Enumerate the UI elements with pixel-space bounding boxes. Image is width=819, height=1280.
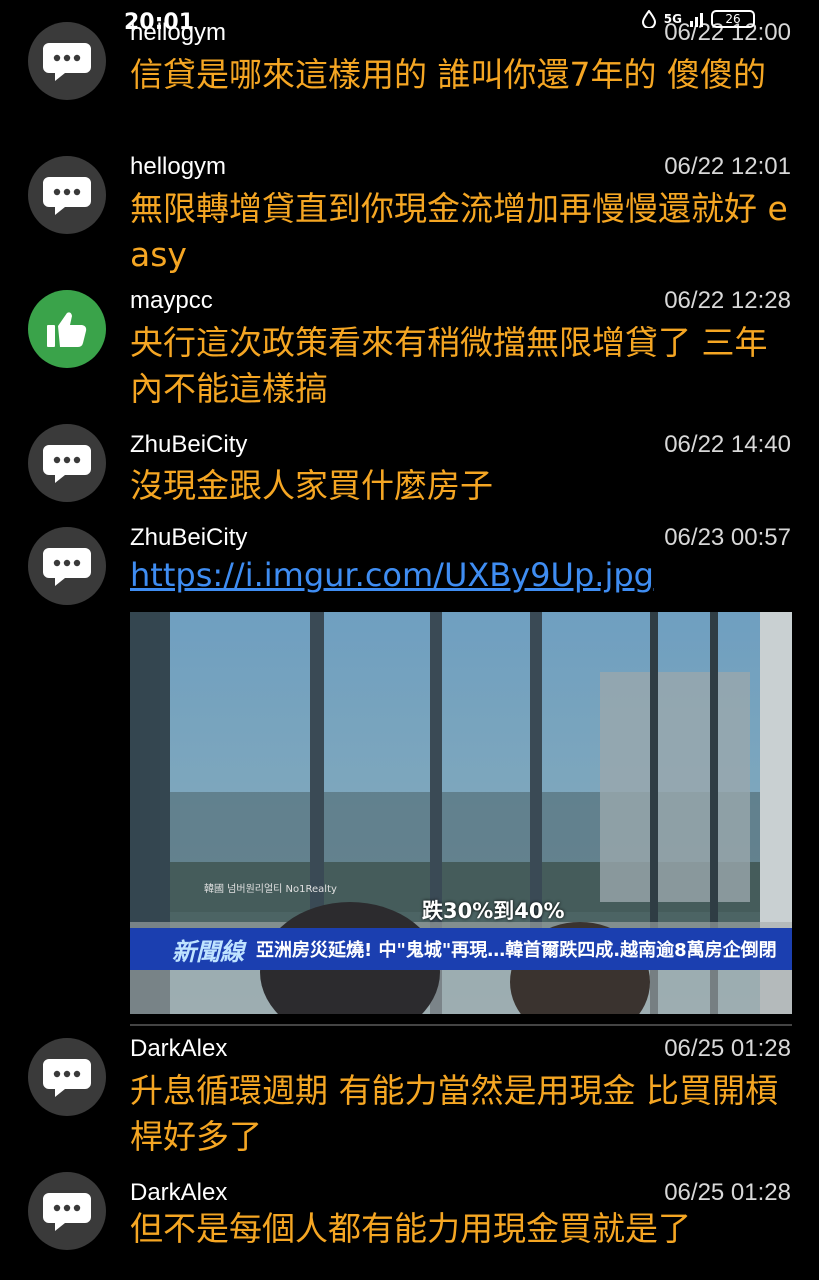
comment-avatar[interactable] xyxy=(28,527,106,605)
news-ticker-text: 亞洲房災延燒! 中"鬼城"再現…韓首爾跌四成.越南逾8萬房企倒閉 xyxy=(256,940,777,961)
water-drop-icon xyxy=(641,10,656,28)
comment-time: 06/25 01:28 xyxy=(664,1035,791,1062)
comment-avatar[interactable] xyxy=(28,1038,106,1116)
comment-icon xyxy=(43,548,91,586)
comment-icon xyxy=(43,1193,91,1231)
thumbs-up-icon xyxy=(47,312,87,347)
comment-time: 06/22 12:28 xyxy=(664,287,791,314)
news-logo: 新聞線 xyxy=(172,937,244,966)
status-time: 20:01 xyxy=(124,10,195,35)
comment-username[interactable]: ZhuBeiCity xyxy=(130,524,247,552)
comment-icon xyxy=(43,445,91,483)
status-icons: 5G 26 xyxy=(641,10,755,28)
comment-text: 央行這次政策看來有稍微擋無限增貸了 三年內不能這樣搞 xyxy=(130,323,768,408)
comment-avatar[interactable] xyxy=(28,290,106,368)
battery-level: 26 xyxy=(725,12,741,26)
network-type: 5G xyxy=(663,12,682,26)
comment-text: 沒現金跟人家買什麼房子 xyxy=(130,466,493,505)
status-bar: 20:01 5G 26 xyxy=(0,0,819,35)
image-link[interactable]: https://i.imgur.com/UXBy9Up.jpg xyxy=(130,556,654,594)
comment-username[interactable]: hellogym xyxy=(130,153,226,181)
comment-icon xyxy=(43,177,91,215)
comment-time: 06/22 12:01 xyxy=(664,153,791,180)
comment-time: 06/23 00:57 xyxy=(664,524,791,551)
comment-time: 06/22 14:40 xyxy=(664,431,791,458)
divider xyxy=(130,1024,792,1026)
comment-text: 無限轉增貸直到你現金流增加再慢慢還就好 easy xyxy=(130,189,788,274)
signal-icon xyxy=(690,11,703,27)
comment-avatar[interactable] xyxy=(28,1172,106,1250)
battery-icon: 26 xyxy=(711,10,755,28)
comment-avatar[interactable] xyxy=(28,424,106,502)
comment-avatar[interactable] xyxy=(28,156,106,234)
comment-text: 升息循環週期 有能力當然是用現金 比買開槓桿好多了 xyxy=(130,1071,778,1156)
comment-username[interactable]: maypcc xyxy=(130,287,213,315)
news-ticker-bar: 新聞線 亞洲房災延燒! 中"鬼城"再現…韓首爾跌四成.越南逾8萬房企倒閉 xyxy=(130,928,792,970)
comment-username[interactable]: DarkAlex xyxy=(130,1179,227,1207)
news-screenshot-image[interactable]: 韓國 넘버원리얼티 No1Realty 跌30%到40% 新聞線 亞洲房災延燒!… xyxy=(130,612,792,1014)
news-watermark: 韓國 넘버원리얼티 No1Realty xyxy=(204,884,337,895)
comment-text: 信貸是哪來這樣用的 誰叫你還7年的 傻傻的 xyxy=(130,55,766,94)
comment-time: 06/25 01:28 xyxy=(664,1179,791,1206)
comment-text: 但不是每個人都有能力用現金買就是了 xyxy=(130,1209,691,1248)
comment-username[interactable]: ZhuBeiCity xyxy=(130,431,247,459)
comment-icon xyxy=(43,43,91,81)
news-caption: 跌30%到40% xyxy=(422,899,565,923)
comment-username[interactable]: DarkAlex xyxy=(130,1035,227,1063)
comment-icon xyxy=(43,1059,91,1097)
